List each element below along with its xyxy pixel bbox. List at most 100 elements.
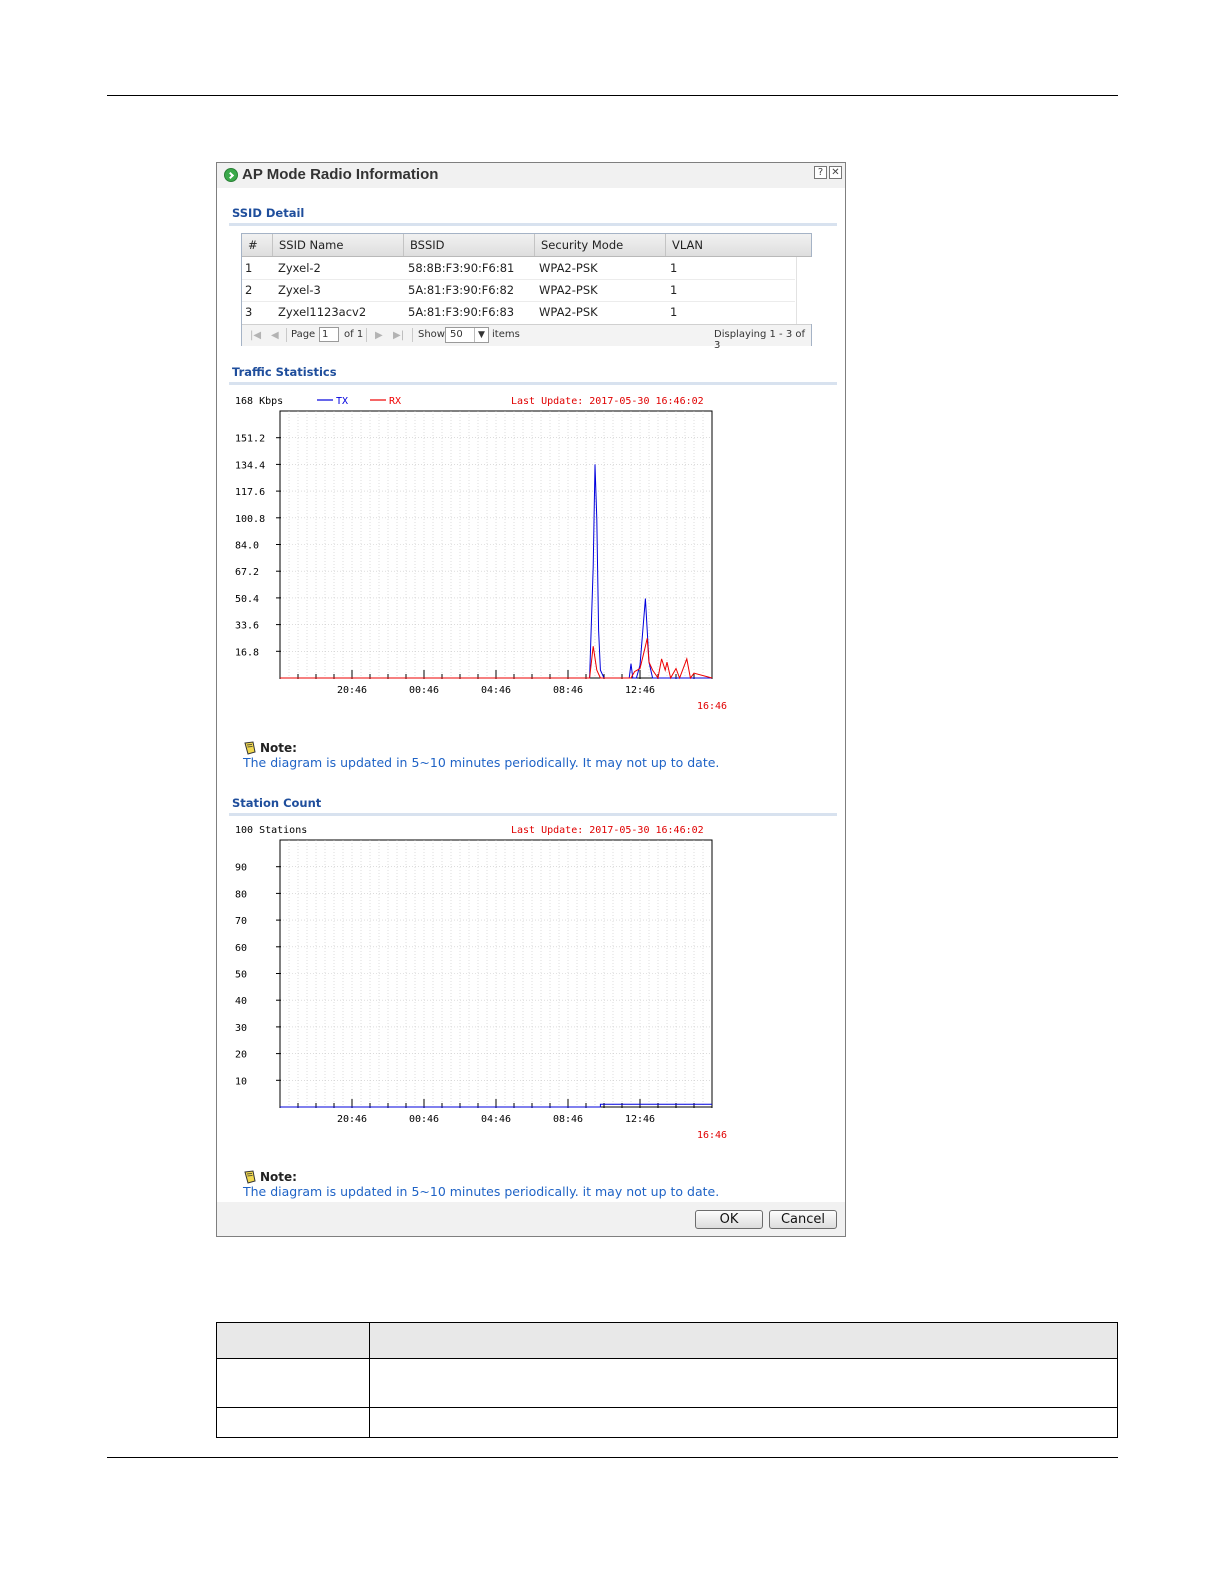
table-row[interactable]: 2 Zyxel-3 5A:81:F3:90:F6:82 WPA2-PSK 1 [242, 279, 795, 302]
cell-ssid: Zyxel1123acv2 [278, 305, 367, 319]
dialog-titlebar: AP Mode Radio Information ? ✕ [217, 163, 845, 188]
y-tick-label: 134.4 [235, 460, 265, 471]
pager-separator [286, 328, 287, 342]
col-security-mode[interactable]: Security Mode [534, 234, 665, 256]
page-top-rule [107, 95, 1118, 96]
x-tick-label: 20:46 [337, 685, 367, 696]
y-tick-label: 50.4 [235, 594, 259, 605]
cell-bssid: 5A:81:F3:90:F6:82 [408, 283, 515, 297]
chevron-down-icon[interactable]: ▼ [474, 328, 488, 342]
section-rule [229, 382, 837, 385]
legend-label-rx: RX [389, 396, 401, 407]
last-page-icon[interactable]: ▶| [393, 330, 404, 341]
y-tick-label: 84.0 [235, 541, 259, 552]
grid-pager: |◀ ◀ Page 1 of 1 ▶ ▶| Show 50 ▼ items Di… [242, 324, 811, 351]
cell-num: 2 [245, 283, 253, 297]
col-num[interactable]: # [242, 234, 272, 256]
ap-mode-radio-info-dialog: AP Mode Radio Information ? ✕ SSID Detai… [216, 162, 846, 1237]
page-size-select[interactable]: 50 ▼ [445, 327, 489, 343]
note-label: Note: [260, 741, 297, 755]
cell-vlan: 1 [670, 283, 678, 297]
x-current-label: 16:46 [697, 701, 727, 712]
y-tick-label: 80 [235, 889, 247, 900]
page-size-value: 50 [450, 329, 463, 340]
description-table [216, 1322, 1118, 1438]
table-header-row [217, 1323, 1117, 1359]
table-row [217, 1359, 1117, 1408]
col-ssid-name[interactable]: SSID Name [272, 234, 403, 256]
close-icon[interactable]: ✕ [829, 166, 842, 179]
dialog-title: AP Mode Radio Information [242, 166, 439, 183]
y-tick-label: 100.8 [235, 514, 265, 525]
table-row[interactable]: 3 Zyxel1123acv2 5A:81:F3:90:F6:83 WPA2-P… [242, 301, 795, 323]
grid-scrollbar[interactable] [796, 257, 812, 324]
table-row[interactable]: 1 Zyxel-2 58:8B:F3:90:F6:81 WPA2-PSK 1 [242, 257, 795, 280]
y-tick-label: 33.6 [235, 621, 259, 632]
next-page-icon[interactable]: ▶ [375, 330, 383, 341]
col-vlan[interactable]: VLAN [665, 234, 811, 256]
cell-security: WPA2-PSK [539, 305, 598, 319]
ssid-detail-title: SSID Detail [232, 206, 305, 220]
station-chart: 90 80 70 60 50 40 30 20 10 20:46 00:46 04:46 08:46 12… [217, 820, 845, 1141]
x-tick-label: 04:46 [481, 685, 511, 696]
items-label: items [492, 329, 520, 340]
prev-page-icon[interactable]: ◀ [271, 330, 279, 341]
y-tick-label: 50 [235, 970, 247, 981]
note-icon [244, 741, 256, 755]
x-tick-label: 12:46 [625, 685, 655, 696]
note-label: Note: [260, 1170, 297, 1184]
y-max-label: 100 Stations [235, 825, 307, 836]
note-text: The diagram is updated in 5~10 minutes p… [243, 755, 720, 770]
ssid-grid: # SSID Name BSSID Security Mode VLAN 1 Z… [241, 233, 812, 351]
ok-button[interactable]: OK [695, 1210, 763, 1229]
cancel-button[interactable]: Cancel [769, 1210, 837, 1229]
traffic-chart: 151.2 134.4 117.6 100.8 84.0 67.2 50.4 33.6 16.8… [217, 391, 845, 712]
station-count-title: Station Count [232, 796, 322, 810]
x-tick-label: 00:46 [409, 1114, 439, 1125]
cell-bssid: 58:8B:F3:90:F6:81 [408, 261, 515, 275]
x-tick-label: 12:46 [625, 1114, 655, 1125]
y-tick-label: 70 [235, 916, 247, 927]
page-bottom-rule [107, 1457, 1118, 1458]
column-divider [369, 1323, 370, 1437]
x-tick-label: 04:46 [481, 1114, 511, 1125]
y-tick-label: 20 [235, 1050, 247, 1061]
help-icon[interactable]: ? [814, 166, 827, 179]
grid-header: # SSID Name BSSID Security Mode VLAN [242, 234, 811, 257]
cell-ssid: Zyxel-2 [278, 261, 321, 275]
y-tick-label: 40 [235, 996, 247, 1007]
cell-ssid: Zyxel-3 [278, 283, 321, 297]
x-tick-label: 00:46 [409, 685, 439, 696]
cell-security: WPA2-PSK [539, 261, 598, 275]
pager-separator [412, 328, 413, 342]
legend-label-tx: TX [336, 396, 348, 407]
section-rule [229, 813, 837, 816]
info-status-icon [224, 168, 238, 182]
page-number-input[interactable]: 1 [319, 327, 339, 342]
x-tick-label: 08:46 [553, 1114, 583, 1125]
pager-separator [366, 328, 367, 342]
traffic-chart-svg: 151.2 134.4 117.6 100.8 84.0 67.2 50.4 33.6 16.8… [235, 396, 727, 712]
x-current-label: 16:46 [697, 1130, 727, 1141]
y-max-label: 168 Kbps [235, 396, 283, 407]
y-tick-label: 151.2 [235, 434, 265, 445]
station-chart-svg: 90 80 70 60 50 40 30 20 10 20:46 00:46 04:46 08:46 12… [235, 825, 727, 1141]
dialog-button-bar: OK Cancel [217, 1202, 845, 1236]
x-tick-label: 08:46 [553, 685, 583, 696]
y-tick-label: 90 [235, 863, 247, 874]
y-tick-label: 60 [235, 943, 247, 954]
y-tick-label: 10 [235, 1076, 247, 1087]
displaying-label: Displaying 1 - 3 of 3 [714, 329, 806, 351]
y-tick-label: 30 [235, 1023, 247, 1034]
col-bssid[interactable]: BSSID [403, 234, 534, 256]
cell-num: 3 [245, 305, 253, 319]
cell-vlan: 1 [670, 305, 678, 319]
cell-num: 1 [245, 261, 253, 275]
last-update-label: Last Update: 2017-05-30 16:46:02 [511, 396, 704, 407]
first-page-icon[interactable]: |◀ [250, 330, 261, 341]
page-label: Page [291, 329, 316, 340]
show-label: Show [418, 329, 445, 340]
cell-vlan: 1 [670, 261, 678, 275]
page-of-label: of 1 [344, 329, 364, 340]
note-icon [244, 1170, 256, 1184]
